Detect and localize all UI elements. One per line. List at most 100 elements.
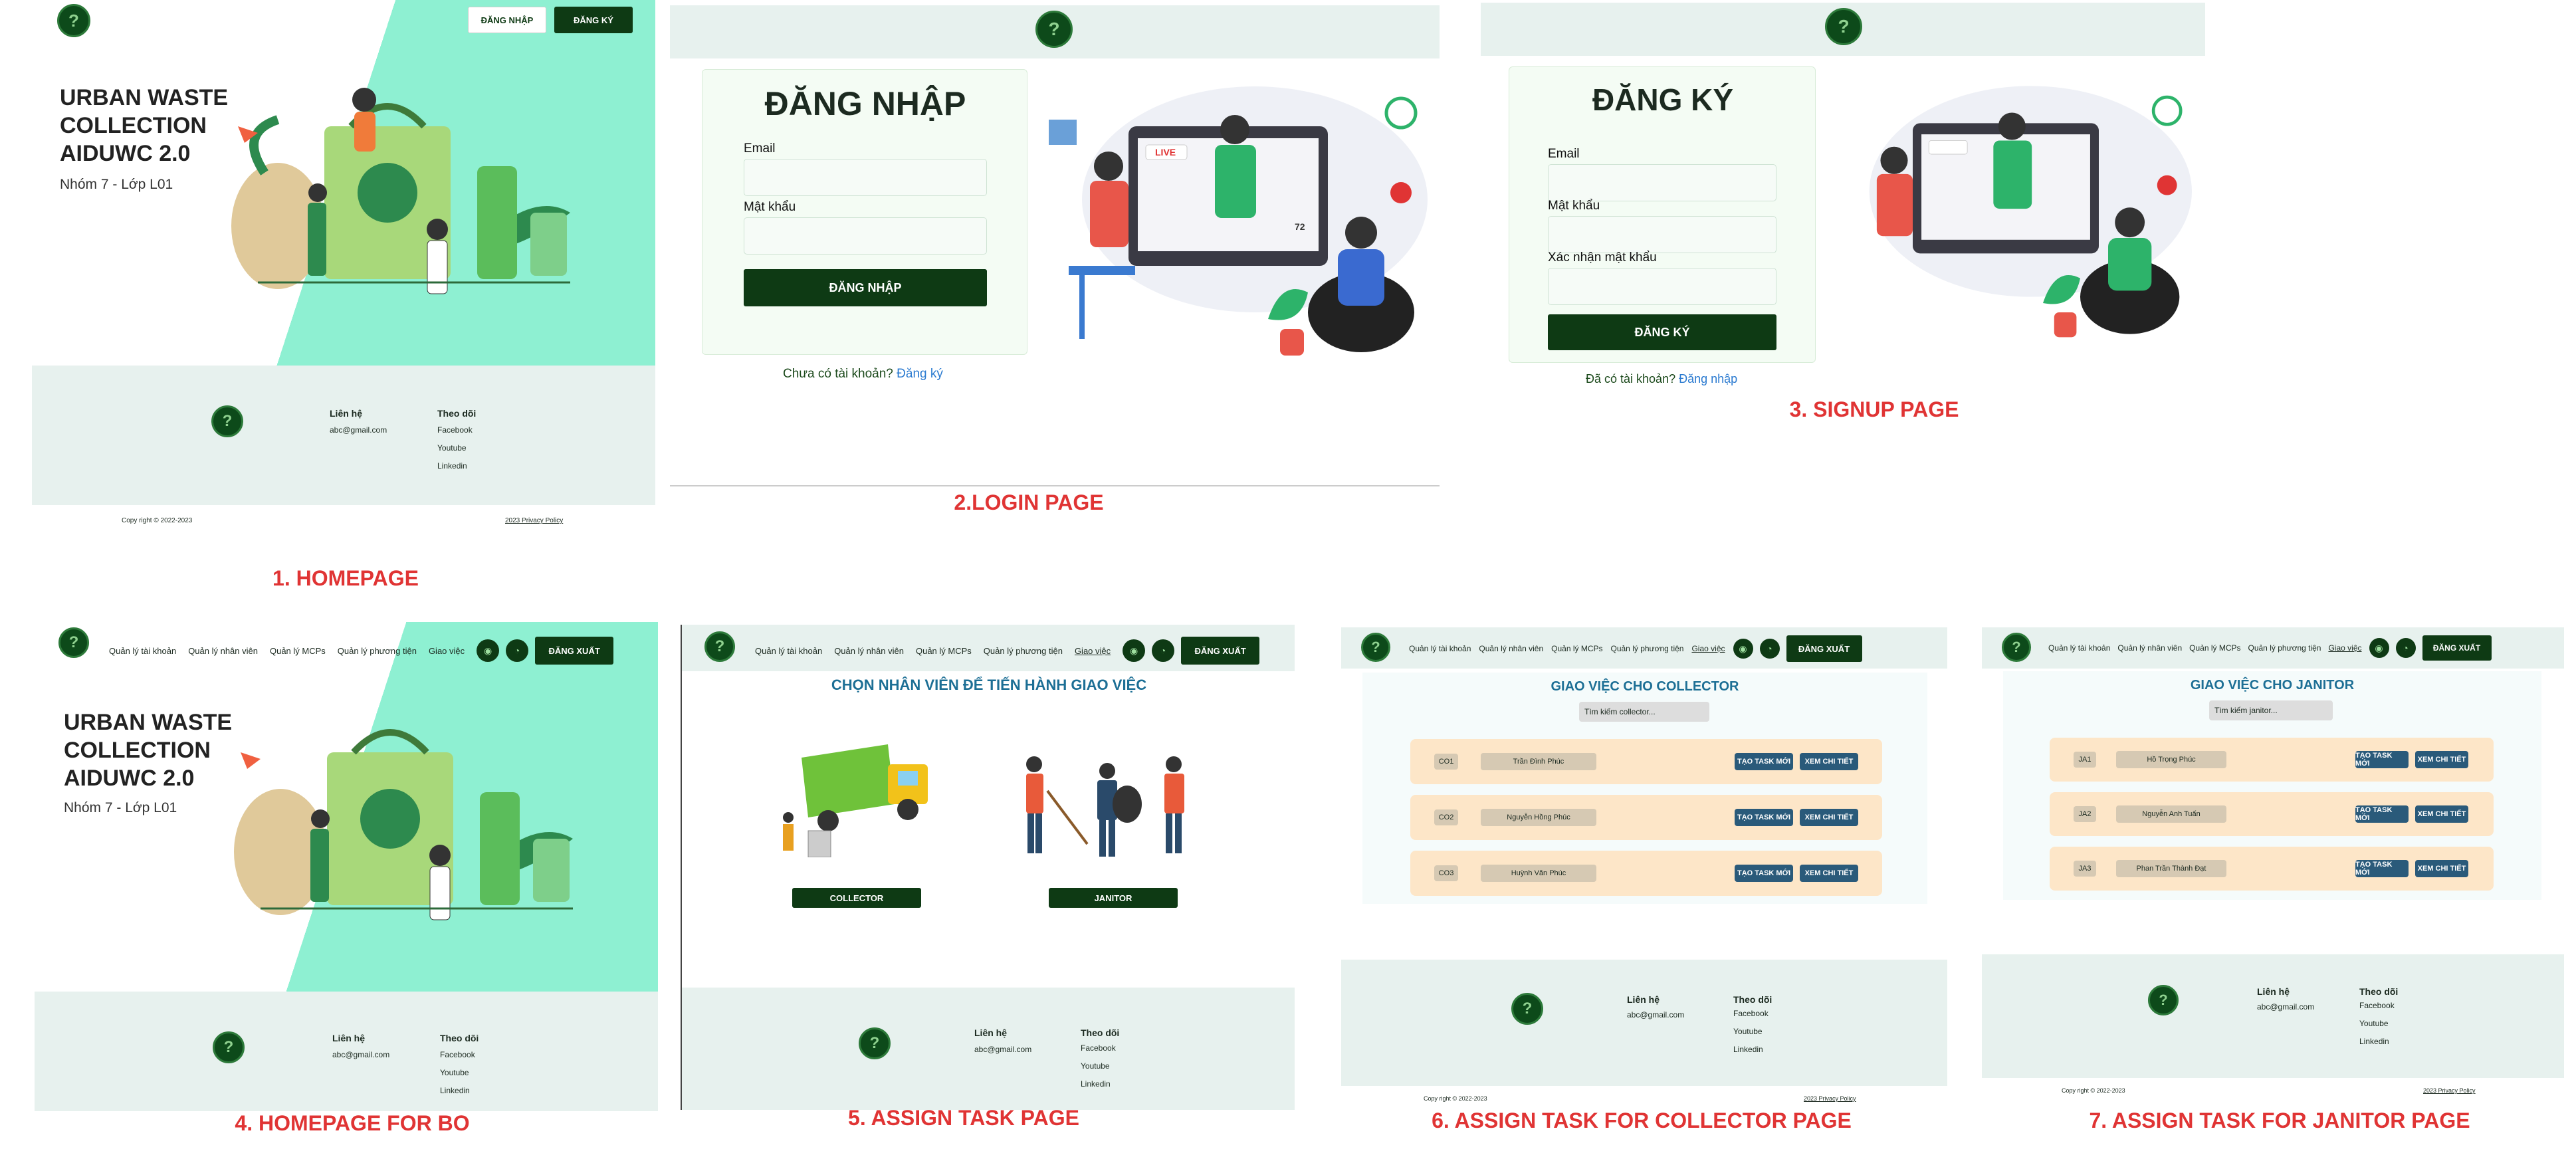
nav-mcps[interactable]: Quản lý MCPs: [2189, 643, 2240, 653]
youtube-link[interactable]: Youtube: [1081, 1057, 1116, 1075]
nav-accounts[interactable]: Quản lý tài khoản: [2048, 643, 2110, 653]
logo-icon[interactable]: ?: [1825, 8, 1862, 45]
nav-employees[interactable]: Quản lý nhân viên: [834, 646, 904, 656]
caption-login: 2.LOGIN PAGE: [954, 490, 1104, 514]
signup-link[interactable]: Đăng ký: [897, 367, 943, 381]
nav-mcps[interactable]: Quản lý MCPs: [1551, 644, 1602, 653]
janitor-button[interactable]: JANITOR: [1049, 888, 1178, 908]
privacy-policy-link[interactable]: 2023 Privacy Policy: [2423, 1087, 2476, 1094]
janitors-illustration[interactable]: [1008, 751, 1200, 864]
logout-button[interactable]: ĐĂNG XUẤT: [1786, 635, 1862, 662]
logo-icon[interactable]: ?: [704, 631, 735, 662]
nav-vehicles[interactable]: Quản lý phương tiện: [2248, 643, 2321, 653]
row-id: CO1: [1434, 754, 1458, 770]
facebook-link[interactable]: Facebook: [1733, 1005, 1769, 1023]
linkedin-link[interactable]: Linkedin: [437, 457, 473, 475]
facebook-link[interactable]: Facebook: [2359, 997, 2395, 1015]
garbage-truck-illustration[interactable]: [775, 738, 941, 857]
chat-icon[interactable]: ◉: [477, 639, 500, 662]
privacy-policy-link[interactable]: 2023 Privacy Policy: [1804, 1095, 1856, 1102]
privacy-policy-link[interactable]: 2023 Privacy Policy: [505, 517, 563, 524]
password-field[interactable]: [1548, 216, 1776, 253]
follow-links[interactable]: Facebook Youtube Linkedin: [1081, 1039, 1116, 1093]
follow-links[interactable]: Facebook Youtube Linkedin: [1733, 1005, 1769, 1059]
chat-icon[interactable]: ◉: [1123, 639, 1146, 662]
contact-email[interactable]: abc@gmail.com: [332, 1046, 389, 1064]
youtube-link[interactable]: Youtube: [440, 1064, 475, 1082]
youtube-link[interactable]: Youtube: [2359, 1015, 2395, 1033]
signup-submit-button[interactable]: ĐĂNG KÝ: [1548, 314, 1776, 350]
logo-icon[interactable]: ?: [2002, 633, 2031, 662]
linkedin-link[interactable]: Linkedin: [2359, 1033, 2395, 1051]
collector-button[interactable]: COLLECTOR: [792, 888, 921, 908]
view-detail-button[interactable]: XEM CHI TIẾT: [1800, 809, 1858, 826]
new-task-button[interactable]: TẠO TASK MỚI: [2355, 805, 2409, 823]
nav-employees[interactable]: Quản lý nhân viên: [188, 646, 258, 656]
logo-icon[interactable]: ?: [57, 4, 90, 37]
nav-employees[interactable]: Quản lý nhân viên: [2117, 643, 2182, 653]
nav-accounts[interactable]: Quản lý tài khoản: [109, 646, 176, 656]
bell-icon[interactable]: ◔: [506, 639, 529, 662]
janitor-search-input[interactable]: Tìm kiếm janitor...: [2209, 700, 2333, 720]
logo-icon[interactable]: ?: [1035, 11, 1073, 48]
new-task-button[interactable]: TẠO TASK MỚI: [1735, 865, 1793, 882]
new-task-button[interactable]: TẠO TASK MỚI: [1735, 753, 1793, 770]
youtube-link[interactable]: Youtube: [437, 439, 473, 457]
bell-icon[interactable]: ◔: [1152, 639, 1175, 662]
login-link[interactable]: Đăng nhập: [1679, 372, 1737, 385]
facebook-link[interactable]: Facebook: [440, 1046, 475, 1064]
nav-employees[interactable]: Quản lý nhân viên: [1479, 644, 1543, 653]
login-button[interactable]: ĐĂNG NHẬP: [468, 7, 546, 33]
nav-vehicles[interactable]: Quản lý phương tiện: [1611, 644, 1684, 653]
chat-icon[interactable]: ◉: [1733, 639, 1753, 659]
follow-links[interactable]: Facebook Youtube Linkedin: [437, 421, 473, 475]
linkedin-link[interactable]: Linkedin: [1733, 1041, 1769, 1059]
nav-mcps[interactable]: Quản lý MCPs: [270, 646, 326, 656]
contact-email[interactable]: abc@gmail.com: [974, 1041, 1031, 1059]
logout-button[interactable]: ĐĂNG XUẤT: [535, 637, 614, 665]
contact-email[interactable]: abc@gmail.com: [1627, 1006, 1684, 1024]
view-detail-button[interactable]: XEM CHI TIẾT: [2415, 860, 2468, 877]
follow-links[interactable]: Facebook Youtube Linkedin: [440, 1046, 475, 1100]
view-detail-button[interactable]: XEM CHI TIẾT: [2415, 751, 2468, 768]
chat-icon[interactable]: ◉: [2369, 638, 2389, 658]
contact-email[interactable]: abc@gmail.com: [2257, 998, 2314, 1016]
logout-button[interactable]: ĐĂNG XUẤT: [2422, 635, 2492, 661]
email-label: Email: [744, 142, 776, 156]
view-detail-button[interactable]: XEM CHI TIẾT: [1800, 865, 1858, 882]
password-field[interactable]: [744, 217, 987, 255]
nav-accounts[interactable]: Quản lý tài khoản: [1409, 644, 1471, 653]
new-task-button[interactable]: TẠO TASK MỚI: [2355, 860, 2409, 877]
view-detail-button[interactable]: XEM CHI TIẾT: [1800, 753, 1858, 770]
login-submit-button[interactable]: ĐĂNG NHẬP: [744, 269, 987, 306]
nav-vehicles[interactable]: Quản lý phương tiện: [338, 646, 417, 656]
youtube-link[interactable]: Youtube: [1733, 1023, 1769, 1041]
nav-assign[interactable]: Giao việc: [2328, 643, 2361, 653]
view-detail-button[interactable]: XEM CHI TIẾT: [2415, 805, 2468, 823]
linkedin-link[interactable]: Linkedin: [440, 1082, 475, 1100]
bell-icon[interactable]: ◔: [2395, 638, 2416, 658]
new-task-button[interactable]: TẠO TASK MỚI: [1735, 809, 1793, 826]
collector-search-input[interactable]: Tìm kiếm collector...: [1579, 702, 1709, 722]
email-field[interactable]: [744, 159, 987, 196]
nav-assign[interactable]: Giao việc: [1075, 646, 1111, 656]
new-task-button[interactable]: TẠO TASK MỚI: [2355, 751, 2409, 768]
facebook-link[interactable]: Facebook: [437, 421, 473, 439]
linkedin-link[interactable]: Linkedin: [1081, 1075, 1116, 1093]
logo-icon[interactable]: ?: [58, 627, 89, 658]
logo-icon[interactable]: ?: [1361, 633, 1390, 662]
facebook-link[interactable]: Facebook: [1081, 1039, 1116, 1057]
bell-icon[interactable]: ◔: [1759, 639, 1780, 659]
nav-mcps[interactable]: Quản lý MCPs: [916, 646, 972, 656]
nav-assign[interactable]: Giao việc: [1691, 644, 1725, 653]
nav-assign[interactable]: Giao việc: [429, 646, 465, 656]
signup-button[interactable]: ĐĂNG KÝ: [554, 7, 633, 33]
nav-accounts[interactable]: Quản lý tài khoản: [755, 646, 822, 656]
nav-vehicles[interactable]: Quản lý phương tiện: [984, 646, 1063, 656]
email-field[interactable]: [1548, 164, 1776, 201]
confirm-password-field[interactable]: [1548, 268, 1776, 305]
logout-button[interactable]: ĐĂNG XUẤT: [1181, 637, 1260, 665]
follow-links[interactable]: Facebook Youtube Linkedin: [2359, 997, 2395, 1051]
password-label: Mật khẩu: [744, 200, 796, 214]
contact-email[interactable]: abc@gmail.com: [330, 421, 387, 439]
